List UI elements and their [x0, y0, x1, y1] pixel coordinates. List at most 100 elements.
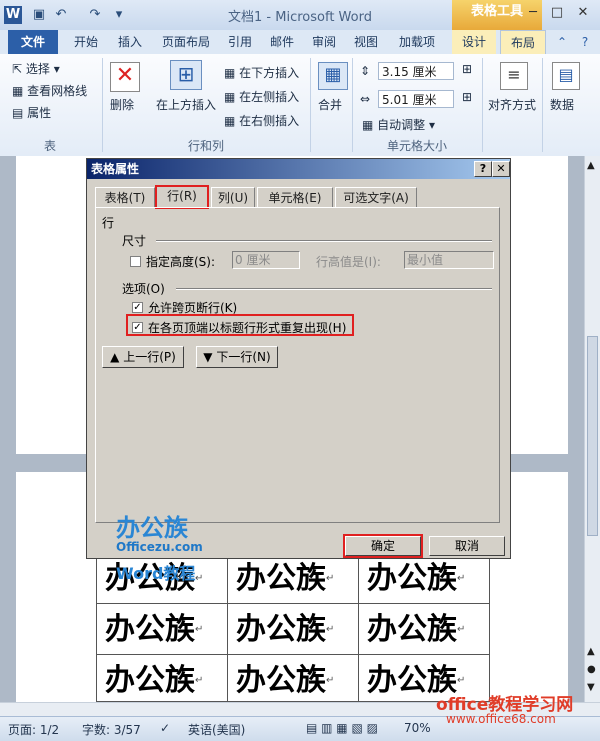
vertical-scrollbar[interactable]: ▲ ▲ ● ▼ — [584, 156, 600, 702]
table-cell[interactable]: 办公族↵ — [358, 603, 490, 655]
distribute-columns-icon[interactable]: ⊞ — [462, 90, 472, 104]
minimize-ribbon-icon[interactable]: ⌃ — [552, 30, 572, 54]
divider — [156, 240, 492, 242]
height-input[interactable]: 0 厘米 — [232, 251, 300, 269]
tab-view[interactable]: 视图 — [348, 30, 384, 54]
dialog-help-button[interactable]: ? — [474, 161, 492, 177]
specify-height-label: 指定高度(S): — [146, 255, 216, 269]
separator — [102, 58, 103, 152]
separator — [542, 58, 543, 152]
watermark-site: Officezu.com — [116, 540, 203, 554]
row-tab-panel: 行 尺寸 指定高度(S): 0 厘米 行高值是(I): 最小值 选项(O) ✓ … — [95, 207, 500, 583]
table-cell[interactable]: 办公族↵ — [227, 552, 359, 604]
tab-alt-text[interactable]: 可选文字(A) — [335, 187, 417, 207]
table-cell[interactable]: 办公族↵ — [96, 654, 228, 702]
previous-row-button[interactable]: ▲ 上一行(P) — [102, 346, 184, 368]
delete-icon[interactable]: ✕ — [110, 62, 140, 92]
separator — [310, 58, 311, 152]
dialog-close-button[interactable]: ✕ — [492, 161, 510, 177]
insert-above-icon[interactable]: ⊞ — [170, 60, 202, 90]
alignment-button[interactable]: 对齐方式 — [488, 96, 536, 113]
row-height-icon: ⇕ — [360, 64, 371, 78]
tab-file[interactable]: 文件 — [8, 30, 58, 54]
language-indicator[interactable]: 英语(美国) — [188, 721, 245, 738]
ribbon: ⇱ 选择 ▾ ▦ 查看网格线 ▤ 属性 表 ✕ 删除 ⊞ 在上方插入 ▦ 在下方… — [0, 54, 600, 157]
insert-above-button[interactable]: 在上方插入 — [156, 96, 216, 113]
browse-object-icon[interactable]: ● — [587, 664, 596, 675]
tab-addins[interactable]: 加载项 — [392, 30, 442, 54]
tab-table[interactable]: 表格(T) — [95, 187, 155, 207]
view-gridlines-button[interactable]: ▦ 查看网格线 — [12, 82, 87, 99]
scroll-up-icon[interactable]: ▲ — [587, 160, 595, 171]
zoom-level[interactable]: 70% — [404, 721, 431, 735]
insert-below-button[interactable]: ▦ 在下方插入 — [224, 64, 299, 81]
help-icon[interactable]: ? — [574, 30, 596, 54]
insert-below-icon: ▦ — [224, 66, 240, 80]
tab-design[interactable]: 设计 — [452, 30, 496, 54]
insert-left-icon: ▦ — [224, 90, 240, 104]
up-arrow-icon: ▲ — [110, 350, 124, 364]
row-height-rule-select[interactable]: 最小值 — [404, 251, 494, 269]
highlight-ok-button — [343, 534, 423, 558]
tab-insert[interactable]: 插入 — [110, 30, 150, 54]
view-buttons[interactable]: ▤ ▥ ▦ ▧ ▨ — [306, 721, 378, 735]
delete-button[interactable]: 删除 — [110, 96, 134, 113]
minimize-button[interactable]: ─ — [522, 4, 544, 22]
select-icon: ⇱ — [12, 62, 26, 76]
tab-review[interactable]: 审阅 — [306, 30, 342, 54]
autofit-icon: ▦ — [362, 118, 378, 132]
insert-right-button[interactable]: ▦ 在右侧插入 — [224, 112, 299, 129]
tab-cell[interactable]: 单元格(E) — [257, 187, 333, 207]
column-width-icon: ⇔ — [360, 92, 371, 106]
select-button[interactable]: ⇱ 选择 ▾ — [12, 60, 60, 77]
section-row-heading: 行 — [102, 216, 115, 230]
proofing-icon[interactable]: ✓ — [160, 721, 170, 735]
merge-icon[interactable]: ▦ — [318, 62, 348, 90]
distribute-rows-icon[interactable]: ⊞ — [462, 62, 472, 76]
next-page-icon[interactable]: ▼ — [587, 682, 595, 693]
autofit-button[interactable]: ▦ 自动调整 ▾ — [362, 116, 435, 133]
title-bar: W ▣ ↶ ↷ ▾ 文档1 - Microsoft Word 表格工具 ─ □ … — [0, 0, 600, 31]
table-properties-dialog: 表格属性 ? ✕ 表格(T) 行(R) 列(U) 单元格(E) 可选文字(A) … — [86, 158, 511, 583]
data-button[interactable]: 数据 — [550, 96, 574, 113]
dialog-title: 表格属性 — [87, 159, 510, 179]
column-width-spinner[interactable]: 5.01 厘米 — [378, 90, 454, 108]
grid-icon: ▦ — [12, 84, 28, 98]
table-cell[interactable]: 办公族↵ — [358, 552, 490, 604]
divider — [176, 288, 492, 290]
prev-page-icon[interactable]: ▲ — [587, 646, 595, 657]
tab-references[interactable]: 引用 — [222, 30, 258, 54]
data-icon[interactable]: ▤ — [552, 62, 580, 90]
tab-mailings[interactable]: 邮件 — [264, 30, 300, 54]
tab-layout[interactable]: 布局 — [500, 30, 546, 55]
alignment-icon[interactable]: ≡ — [500, 62, 528, 90]
tab-home[interactable]: 开始 — [64, 30, 108, 54]
site-watermark-url: www.office68.com — [446, 712, 556, 726]
maximize-button[interactable]: □ — [546, 4, 568, 22]
allow-row-break-checkbox[interactable]: ✓ — [132, 302, 143, 313]
size-label: 尺寸 — [122, 234, 147, 248]
word-count[interactable]: 字数: 3/57 — [82, 721, 141, 738]
table-cell[interactable]: 办公族↵ — [227, 654, 359, 702]
properties-icon: ▤ — [12, 106, 28, 120]
table-cell[interactable]: 办公族↵ — [96, 603, 228, 655]
close-button[interactable]: ✕ — [572, 4, 594, 22]
tab-column[interactable]: 列(U) — [211, 187, 255, 207]
specify-height-checkbox[interactable] — [130, 256, 141, 267]
watermark-brand: 办公族 — [116, 514, 188, 542]
insert-left-button[interactable]: ▦ 在左侧插入 — [224, 88, 299, 105]
row-height-is-label: 行高值是(I): — [316, 255, 381, 269]
cancel-button[interactable]: 取消 — [429, 536, 505, 556]
merge-button[interactable]: 合并 — [318, 96, 342, 113]
row-height-spinner[interactable]: 3.15 厘米 — [378, 62, 454, 80]
next-row-button[interactable]: ▼ 下一行(N) — [196, 346, 278, 368]
table-cell[interactable]: 办公族↵ — [227, 603, 359, 655]
ribbon-tabs: 文件 开始 插入 页面布局 引用 邮件 审阅 视图 加载项 设计 布局 ⌃ ? — [0, 30, 600, 55]
watermark-course: Word教程 — [116, 564, 196, 583]
cell-mark-icon: ↵ — [457, 675, 466, 686]
options-label: 选项(O) — [122, 282, 165, 296]
scroll-thumb[interactable] — [587, 336, 598, 536]
tab-page-layout[interactable]: 页面布局 — [154, 30, 218, 54]
page-count[interactable]: 页面: 1/2 — [8, 721, 59, 738]
properties-button[interactable]: ▤ 属性 — [12, 104, 51, 121]
